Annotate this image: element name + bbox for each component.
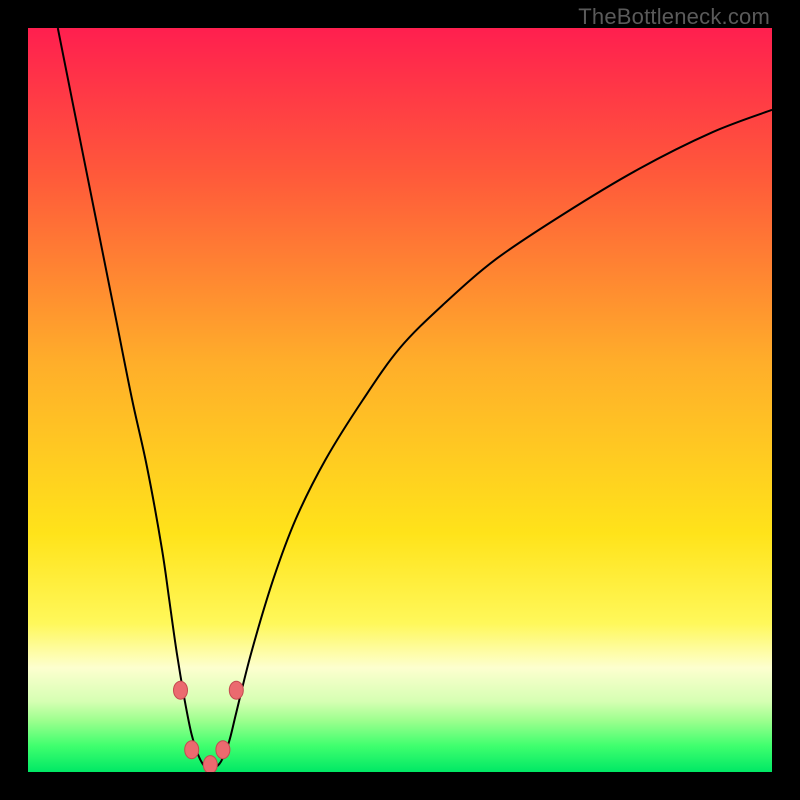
curve-marker-1 xyxy=(185,741,199,759)
chart-frame xyxy=(28,28,772,772)
curve-marker-4 xyxy=(229,681,243,699)
curve-marker-0 xyxy=(174,681,188,699)
gradient-background xyxy=(28,28,772,772)
curve-marker-2 xyxy=(203,756,217,772)
curve-marker-3 xyxy=(216,741,230,759)
watermark-text: TheBottleneck.com xyxy=(578,4,770,30)
bottleneck-chart xyxy=(28,28,772,772)
